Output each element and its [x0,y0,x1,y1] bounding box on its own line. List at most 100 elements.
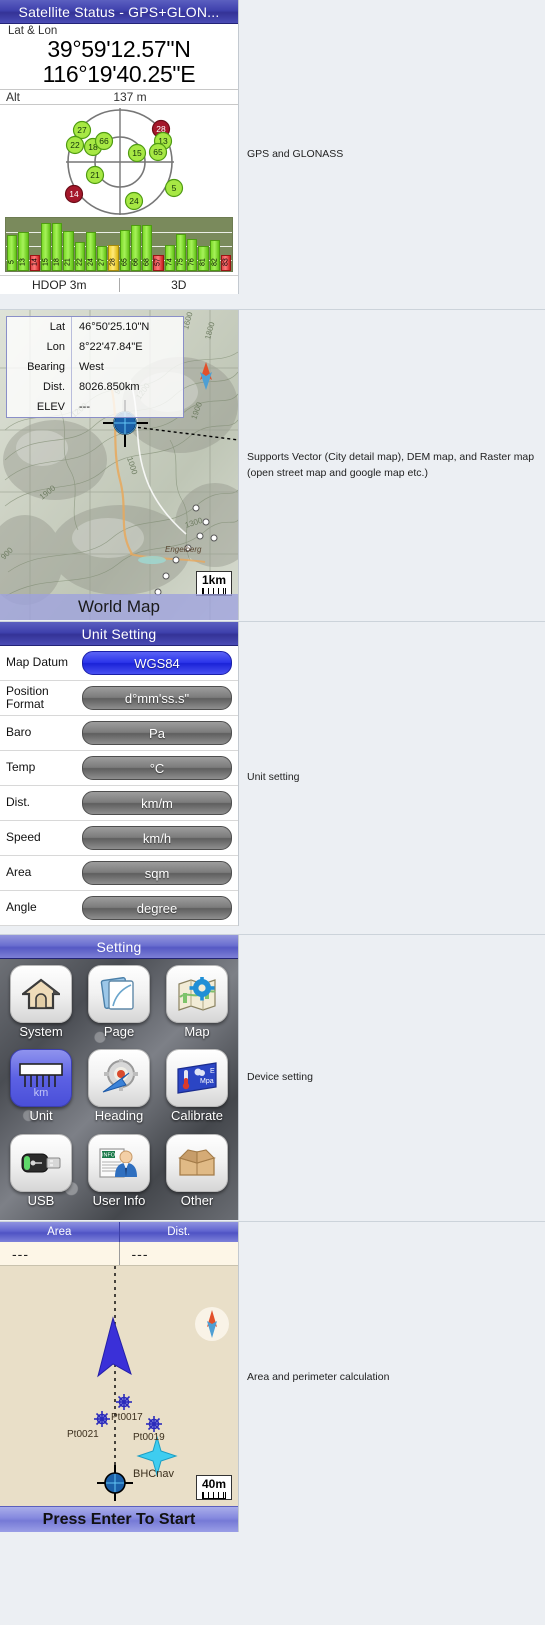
signal-bar: 24 [85,231,96,271]
unit-setting-rows: Map Datum WGS84 Position Format d°mm'ss.s" B… [0,646,238,926]
map-info-value: 8°22'47.84"E [71,337,183,357]
skyplot-satellite: 21 [85,165,105,184]
signal-bar-id: 15 [42,258,50,267]
setting-icon-unit[interactable]: km Unit [2,1047,80,1131]
skyplot-satellite: 14 [64,184,84,203]
unit-setting-label: Temp [6,760,36,775]
setting-icon-page[interactable]: Page [80,963,158,1047]
map-info-row: Lon 8°22'47.84"E [7,337,183,357]
setting-icon-system[interactable]: System [2,963,80,1047]
unit-setting-label: Area [6,865,32,880]
unit-setting-row[interactable]: Dist. km/m [0,786,238,821]
svg-text:15: 15 [132,148,142,158]
signal-bar: 57 [153,254,164,271]
signal-bar-id: 68 [143,258,151,267]
setting-icon-label: Calibrate [170,1108,224,1124]
setting-titlebar: Setting [0,935,238,959]
unit-setting-row[interactable]: Area sqm [0,856,238,891]
latitude-value: 39°59'12.57"N [47,36,191,62]
fix-type-value: 3D [171,277,187,292]
column-header-area: Area [0,1222,119,1242]
pages-icon[interactable] [88,965,150,1023]
setting-icon-label: User Info [92,1192,146,1208]
home-icon[interactable] [10,965,72,1023]
section-world-map: 1200 1000 900 1200 1900 1800 1900 1300 9… [0,310,545,622]
unit-setting-row[interactable]: Temp °C [0,751,238,786]
hdop-value: HDOP 3m [32,277,87,292]
setting-icon-other[interactable]: Other [158,1132,236,1216]
signal-bar-id: 75 [177,258,185,267]
longitude-value: 116°19'40.25"E [42,60,196,87]
signal-bar-id: 24 [87,258,95,267]
unit-setting-label: Map Datum [6,655,69,670]
unit-setting-label: Angle [6,900,37,915]
setting-icon-label: Map [184,1024,210,1039]
setting-icon-calibrate[interactable]: Mpa E Calibrate [158,1047,236,1131]
map-info-value: 8026.850km [71,377,183,397]
ruler-km-icon[interactable]: km [10,1049,72,1108]
section-setting: Setting System Page Map km Unit Heading Mpa E Ca… [0,935,545,1222]
signal-bar-id: 18 [53,258,61,267]
svg-text:65: 65 [153,147,163,157]
map-gear-icon[interactable] [166,965,228,1023]
skyplot-satellite: 24 [124,191,144,210]
world-map-footer-label: World Map [0,594,238,620]
setting-icon-usb[interactable]: USB [2,1132,80,1216]
svg-text:27: 27 [77,125,87,135]
unit-setting-value-button[interactable]: km/h [82,826,232,850]
setting-icon-label: Other [180,1192,214,1208]
map-info-value: West [71,357,183,377]
unit-setting-value-button[interactable]: sqm [82,861,232,885]
satellite-signal-bars: 5 13 14 15 18 21 22 24 27 28 65 66 68 57 74 75 76 81 82 83 [5,216,233,272]
altitude-value: 137 m [113,89,147,104]
usb-drive-icon[interactable] [10,1133,72,1192]
box-icon[interactable] [166,1133,228,1192]
skyplot-satellite: 66 [94,131,114,150]
setting-icon-label: Unit [29,1108,53,1124]
unit-setting-value-button[interactable]: degree [82,896,232,920]
signal-bar-id: 66 [132,258,140,267]
map-info-value: 46°50'25.10"N [71,317,183,337]
signal-bar: 14 [29,254,40,271]
unit-setting-label: Dist. [6,795,30,810]
unit-setting-value-button[interactable]: WGS84 [82,651,232,675]
skyplot-satellite: 65 [148,142,168,161]
signal-bar: 13 [18,231,29,271]
unit-setting-row[interactable]: Baro Pa [0,716,238,751]
unit-setting-row[interactable]: Angle degree [0,891,238,926]
signal-bar-id: 83 [222,258,230,267]
unit-setting-row[interactable]: Speed km/h [0,821,238,856]
value-area: --- [12,1246,29,1262]
signal-bar: 75 [175,233,186,271]
signal-bar: 68 [142,224,153,271]
user-info-icon[interactable]: INFO [88,1133,150,1192]
press-enter-to-start-button[interactable]: Press Enter To Start [0,1506,238,1532]
setting-screen: Setting System Page Map km Unit Heading Mpa E Ca… [0,935,239,1220]
map-info-value: --- [71,397,183,417]
setting-icon-map[interactable]: Map [158,963,236,1047]
setting-icon-user-info[interactable]: INFO User Info [80,1132,158,1216]
unit-setting-value-button[interactable]: d°mm'ss.s" [82,686,232,710]
unit-setting-row[interactable]: Map Datum WGS84 [0,646,238,681]
unit-setting-value-button[interactable]: °C [82,756,232,780]
unit-setting-value-button[interactable]: Pa [82,721,232,745]
signal-bar: 81 [198,245,209,271]
map-info-row: Lat 46°50'25.10"N [7,317,183,337]
calibrate-icon[interactable]: Mpa E [166,1049,228,1108]
skyplot-svg: 2722 1866152813652114245 [64,107,184,215]
unit-setting-value-button[interactable]: km/m [82,791,232,815]
compass-gear-icon[interactable] [88,1049,150,1108]
setting-icon-label: USB [27,1192,55,1208]
unit-setting-row[interactable]: Position Format d°mm'ss.s" [0,681,238,716]
altitude-label: Alt [6,89,21,104]
svg-text:21: 21 [90,170,100,180]
column-header-dist: Dist. [118,1222,238,1242]
map-info-row: Dist. 8026.850km [7,377,183,397]
setting-icon-heading[interactable]: Heading [80,1047,158,1131]
satellite-status-row: HDOP 3m 3D [0,274,238,292]
setting-icon-grid: System Page Map km Unit Heading Mpa E Calibrate U… [0,959,238,1220]
satellite-titlebar: Satellite Status - GPS+GLON... [0,0,238,24]
map-place-label: Engelberg [165,545,202,554]
signal-bar: 5 [7,234,18,271]
unit-setting-titlebar: Unit Setting [0,622,238,646]
